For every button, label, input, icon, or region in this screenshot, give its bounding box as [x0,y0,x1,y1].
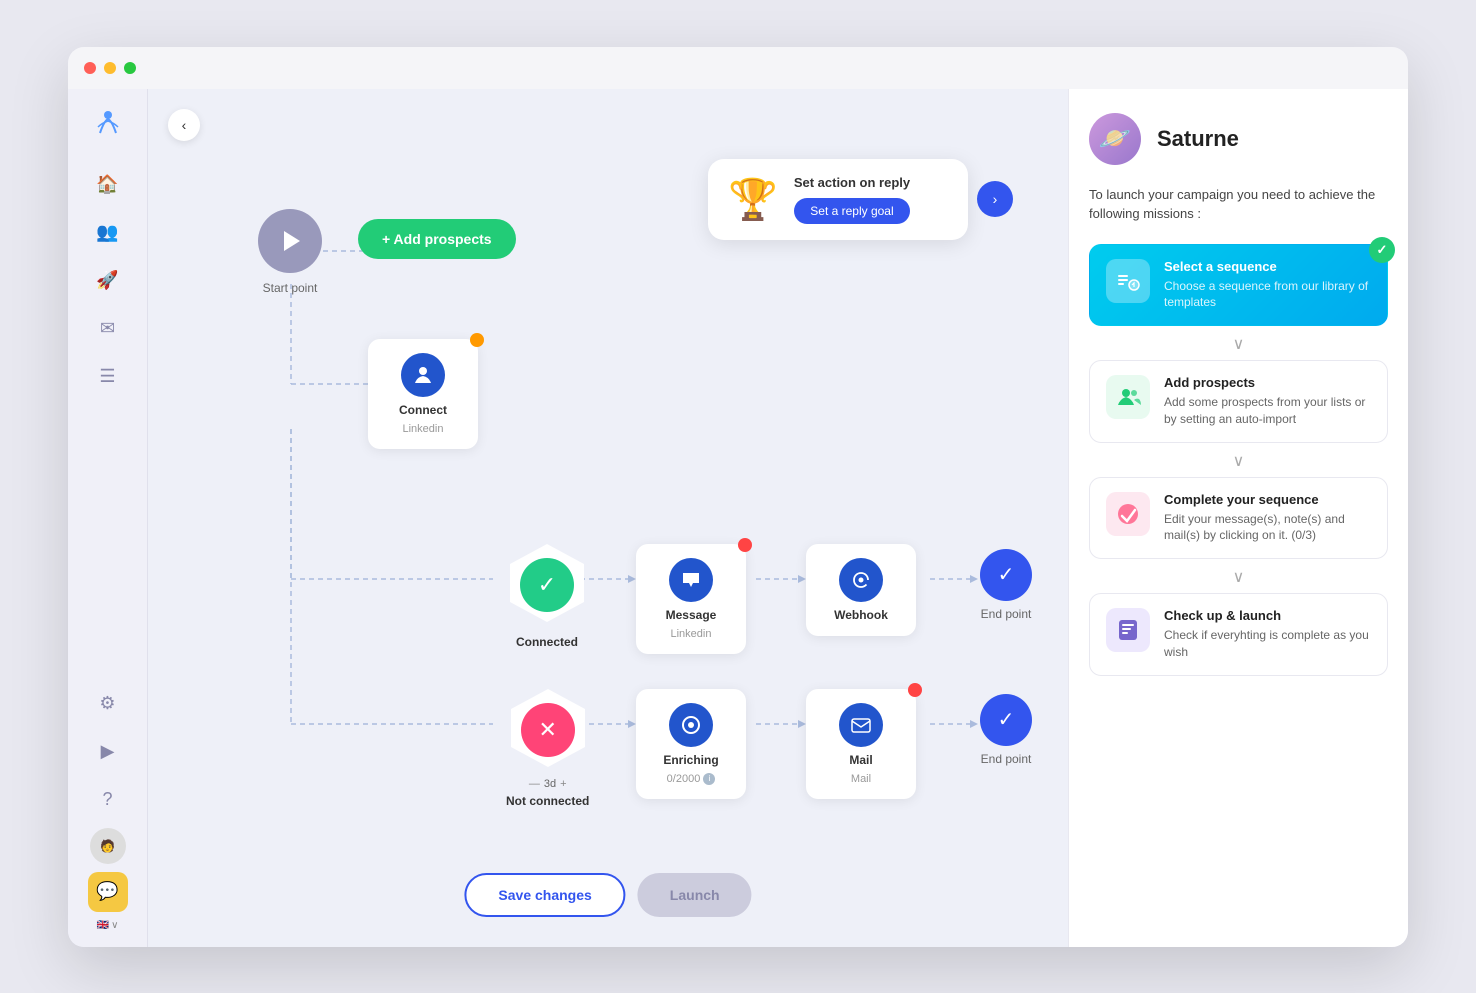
sidebar-item-lists[interactable]: ☰ [88,357,128,397]
next-button[interactable]: › [977,181,1013,217]
sidebar-avatar: 🧑 [90,828,126,864]
right-panel: 🪐 Saturne To launch your campaign you ne… [1068,89,1408,947]
connected-hex-label: Connected [516,635,578,649]
not-connected-hex-node[interactable]: ✕ — 3d + Not connected [506,687,589,808]
webhook-node[interactable]: Webhook [806,544,916,636]
sidebar-bottom: ⚙ ▶ ? 🧑 💬 🇬🇧∨ [88,684,128,931]
sidebar-logo [90,105,126,141]
connect-node-icon [401,353,445,397]
maximize-dot[interactable] [124,62,136,74]
start-label: Start point [263,281,318,295]
mission-text-complete: Complete your sequence Edit your message… [1164,492,1371,545]
set-reply-goal-button[interactable]: Set a reply goal [794,198,910,224]
action-title: Set action on reply [794,175,910,190]
sidebar-item-play[interactable]: ▶ [88,732,128,772]
mail-node[interactable]: Mail Mail [806,689,916,799]
mission-icon-checkup [1106,608,1150,652]
save-changes-button[interactable]: Save changes [464,873,625,917]
connected-hex-icon: ✓ [520,558,574,612]
sidebar-highlight[interactable]: 💬 [88,872,128,912]
add-prospects-button[interactable]: + Add prospects [358,219,516,259]
panel-header: 🪐 Saturne [1089,113,1388,165]
enriching-node[interactable]: Enriching 0/2000 i [636,689,746,799]
chevron-2: ∨ [1089,451,1388,471]
end-point-1: ✓ End point [980,549,1032,621]
mission-select-sequence[interactable]: ✓ Select a sequence Choose a sequence fr… [1089,244,1388,327]
content-area: ‹ [148,89,1408,947]
mission-complete-sequence[interactable]: Complete your sequence Edit your message… [1089,477,1388,560]
sidebar-item-home[interactable]: 🏠 [88,165,128,205]
webhook-node-label: Webhook [834,608,888,622]
mission-text-prospects: Add prospects Add some prospects from yo… [1164,375,1371,428]
not-connected-time: — 3d + [529,778,567,790]
panel-title: Saturne [1157,126,1239,152]
mail-node-dot [908,683,922,697]
message-node-dot [738,538,752,552]
start-circle [258,209,322,273]
mission-checkup-launch[interactable]: Check up & launch Check if everyhting is… [1089,593,1388,676]
language-selector[interactable]: 🇬🇧∨ [97,920,119,931]
flow-canvas: ‹ [148,89,1068,947]
end-label-2: End point [981,752,1032,766]
mission-add-prospects[interactable]: Add prospects Add some prospects from yo… [1089,360,1388,443]
enriching-node-label: Enriching [663,753,718,767]
connected-hex-node[interactable]: ✓ Connected [506,542,588,649]
launch-button[interactable]: Launch [638,873,752,917]
app-window: 🏠 👥 🚀 ✉ ☰ ⚙ ▶ ? 🧑 💬 🇬🇧∨ ‹ [68,47,1408,947]
message-node[interactable]: Message Linkedin [636,544,746,654]
mission-check-icon: ✓ [1369,237,1395,263]
bottom-buttons: Save changes Launch [464,873,751,917]
not-connected-hex-icon: ✕ [521,703,575,757]
end-circle-1: ✓ [980,549,1032,601]
message-node-sublabel: Linkedin [671,628,712,640]
action-on-reply-card: 🏆 Set action on reply Set a reply goal [708,159,968,240]
trophy-icon: 🏆 [728,176,778,223]
not-connected-hex-label: Not connected [506,794,589,808]
mission-text-checkup: Check up & launch Check if everyhting is… [1164,608,1371,661]
end-circle-2: ✓ [980,694,1032,746]
sidebar-item-help[interactable]: ? [88,780,128,820]
end-label-1: End point [981,607,1032,621]
webhook-node-icon [839,558,883,602]
panel-subtitle: To launch your campaign you need to achi… [1089,185,1388,224]
mission-text-sequence: Select a sequence Choose a sequence from… [1164,259,1371,312]
connect-node[interactable]: Connect Linkedin [368,339,478,449]
minimize-dot[interactable] [104,62,116,74]
connect-node-sublabel: Linkedin [403,423,444,435]
sidebar-item-settings[interactable]: ⚙ [88,684,128,724]
enriching-node-sublabel: 0/2000 [667,773,701,785]
message-node-label: Message [666,608,717,622]
connect-node-label: Connect [399,403,447,417]
mission-icon-sequence [1106,259,1150,303]
sidebar: 🏠 👥 🚀 ✉ ☰ ⚙ ▶ ? 🧑 💬 🇬🇧∨ [68,89,148,947]
sidebar-item-users[interactable]: 👥 [88,213,128,253]
enriching-info-icon: i [703,773,715,785]
action-card-text: Set action on reply Set a reply goal [794,175,910,224]
mail-node-label: Mail [849,753,872,767]
sidebar-item-campaigns[interactable]: 🚀 [88,261,128,301]
connect-node-dot [470,333,484,347]
close-dot[interactable] [84,62,96,74]
sidebar-item-mail[interactable]: ✉ [88,309,128,349]
mission-icon-complete [1106,492,1150,536]
mission-icon-prospects [1106,375,1150,419]
back-button[interactable]: ‹ [168,109,200,141]
end-point-2: ✓ End point [980,694,1032,766]
enriching-node-icon [669,703,713,747]
message-node-icon [669,558,713,602]
titlebar [68,47,1408,89]
main-layout: 🏠 👥 🚀 ✉ ☰ ⚙ ▶ ? 🧑 💬 🇬🇧∨ ‹ [68,89,1408,947]
panel-avatar: 🪐 [1089,113,1141,165]
chevron-3: ∨ [1089,567,1388,587]
start-node: Start point [258,209,322,295]
mail-node-sublabel: Mail [851,773,871,785]
mail-node-icon [839,703,883,747]
chevron-1: ∨ [1089,334,1388,354]
